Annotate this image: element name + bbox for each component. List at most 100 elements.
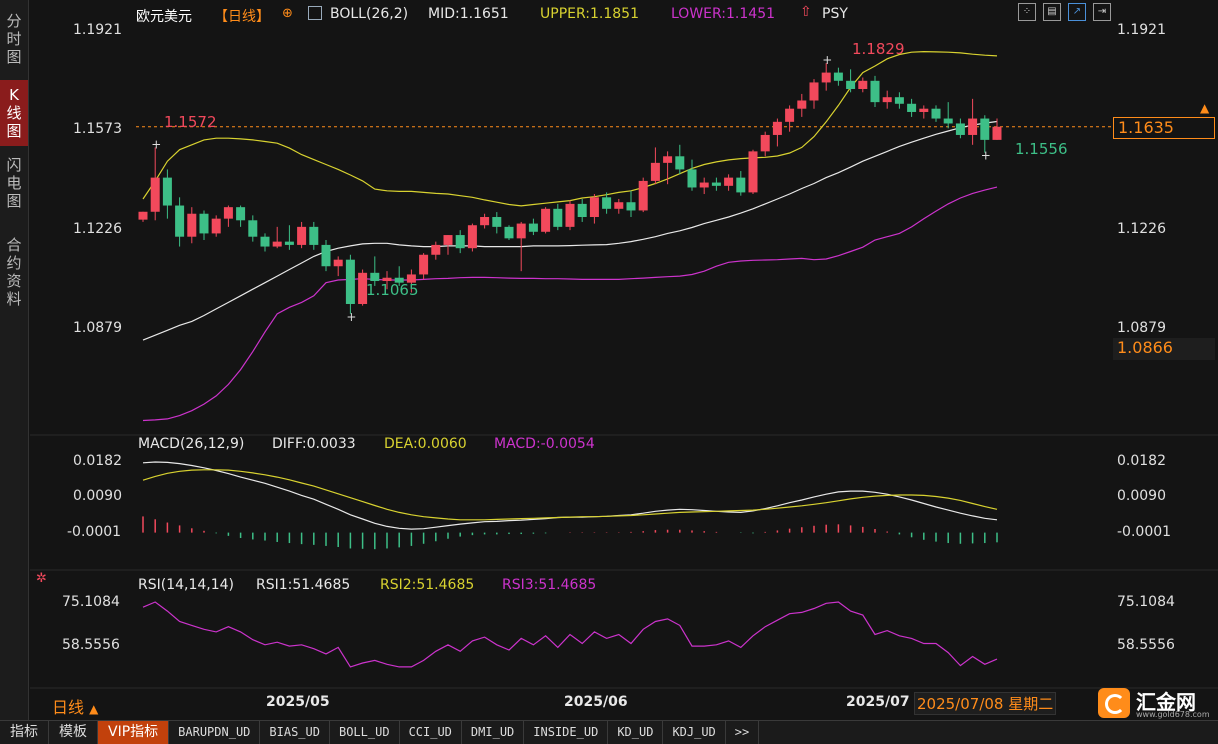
period-selector[interactable]: 日线 ▲ xyxy=(52,694,98,718)
candle-body xyxy=(480,217,490,226)
rsi-tick-right: 58.5556 xyxy=(1117,637,1175,653)
candle-body xyxy=(248,220,258,237)
candle-body xyxy=(284,241,294,245)
grid-icon[interactable]: ⁘ xyxy=(1018,3,1036,21)
low-annotation: 1.1556 xyxy=(1015,140,1068,158)
macd-dea-line xyxy=(142,469,998,521)
candle-body xyxy=(211,218,221,234)
more-tabs-button[interactable]: >> xyxy=(726,721,760,744)
extreme-marker: + xyxy=(822,53,832,67)
candle-body xyxy=(150,177,160,212)
candle-body xyxy=(638,180,648,211)
boll-lower: LOWER:1.1451 xyxy=(671,6,776,22)
logo-url: www.gold678.com xyxy=(1136,710,1210,719)
candle-body xyxy=(760,134,770,152)
y-tick-left: 1.1921 xyxy=(73,22,122,38)
kline-chart[interactable]: + + + + xyxy=(0,0,1218,720)
candle-body xyxy=(980,118,990,140)
candle-body xyxy=(333,259,343,267)
caret-up-icon[interactable]: ▲ xyxy=(1200,101,1209,115)
candle-body xyxy=(968,118,978,135)
x-tick: 2025/06 xyxy=(564,694,628,710)
candle-body xyxy=(321,244,331,267)
exit-icon[interactable]: ⇥ xyxy=(1093,3,1111,21)
tab-inside[interactable]: INSIDE_UD xyxy=(524,721,609,744)
rsi3-value: RSI3:51.4685 xyxy=(502,577,597,593)
candle-body xyxy=(870,80,880,103)
candle-body xyxy=(443,235,453,245)
tab-vip-indicators[interactable]: VIP指标 xyxy=(98,721,170,744)
candle-body xyxy=(626,202,636,211)
candle-body xyxy=(492,217,502,227)
macd-diff-line xyxy=(142,461,998,530)
candle-body xyxy=(919,108,929,112)
tab-boll[interactable]: BOLL_UD xyxy=(330,721,400,744)
candle-body xyxy=(455,235,465,249)
crosshair-icon[interactable]: ⊕ xyxy=(282,6,293,21)
candle-body xyxy=(345,259,355,304)
high-annotation: 1.1572 xyxy=(164,113,217,131)
candle-body xyxy=(419,254,429,275)
candle-body xyxy=(602,197,612,209)
boll-upper: UPPER:1.1851 xyxy=(540,6,639,22)
candle-body xyxy=(882,97,892,103)
candle-body xyxy=(431,244,441,255)
candle-body xyxy=(162,177,172,206)
macd-value: MACD:-0.0054 xyxy=(494,436,595,452)
tab-kdj[interactable]: KDJ_UD xyxy=(663,721,726,744)
candle-body xyxy=(724,177,734,186)
tab-bias[interactable]: BIAS_UD xyxy=(260,721,330,744)
low-price-box: 1.0866 xyxy=(1113,338,1215,360)
candle-body xyxy=(907,103,917,112)
candle-body xyxy=(846,80,856,90)
y-tick-right: 1.0879 xyxy=(1117,320,1166,336)
tab-dmi[interactable]: DMI_UD xyxy=(462,721,525,744)
settings-icon[interactable]: ✲ xyxy=(36,571,47,586)
candle-body xyxy=(553,208,563,227)
rsi-tick: 58.5556 xyxy=(62,637,120,653)
y-tick-right: 1.1921 xyxy=(1117,22,1166,38)
macd-tick: -0.0001 xyxy=(67,524,122,540)
macd-tick-right: -0.0001 xyxy=(1117,524,1172,540)
macd-tick-right: 0.0090 xyxy=(1117,488,1166,504)
candle-body xyxy=(687,169,697,188)
candle-body xyxy=(955,123,965,135)
rsi-line xyxy=(142,601,998,668)
candle-body xyxy=(663,156,673,163)
candle-body xyxy=(516,223,526,239)
candle-body xyxy=(577,203,587,218)
tab-barupdn[interactable]: BARUPDN_UD xyxy=(169,721,261,744)
rsi1-value: RSI1:51.4685 xyxy=(256,577,351,593)
symbol-title: 欧元美元 xyxy=(136,9,192,25)
candle-body xyxy=(736,177,746,193)
tab-templates[interactable]: 模板 xyxy=(49,721,98,744)
candle-body xyxy=(992,126,1002,140)
candle-body xyxy=(260,236,270,247)
candle-body xyxy=(821,72,831,83)
candle-body xyxy=(370,272,380,282)
candle-body xyxy=(589,197,599,218)
tab-kd[interactable]: KD_UD xyxy=(608,721,664,744)
indicator-icon[interactable] xyxy=(308,6,322,20)
window-icon[interactable]: ▤ xyxy=(1043,3,1061,21)
logo-icon xyxy=(1098,688,1130,718)
high-annotation: 1.1829 xyxy=(852,40,905,58)
candle-body xyxy=(297,226,307,245)
last-price-box: 1.1635 xyxy=(1113,117,1215,139)
psy-label[interactable]: PSY xyxy=(822,6,848,22)
period-label[interactable]: 【日线】 xyxy=(214,6,270,26)
y-tick-left: 1.1226 xyxy=(73,221,122,237)
tab-indicators[interactable]: 指标 xyxy=(0,721,49,744)
period-selector-label: 日线 xyxy=(52,698,85,717)
candle-body xyxy=(858,80,868,90)
chart-mode-icon[interactable]: ↗ xyxy=(1068,3,1086,21)
candle-body xyxy=(223,207,233,219)
gold678-logo[interactable]: 汇金网 www.gold678.com xyxy=(1098,686,1218,720)
extreme-marker: + xyxy=(151,137,161,151)
boll-title: BOLL(26,2) xyxy=(330,6,409,22)
candle-body xyxy=(711,182,721,186)
candle-body xyxy=(175,205,185,237)
candle-body xyxy=(565,203,575,227)
tab-cci[interactable]: CCI_UD xyxy=(400,721,462,744)
rsi-tick: 75.1084 xyxy=(62,594,120,610)
